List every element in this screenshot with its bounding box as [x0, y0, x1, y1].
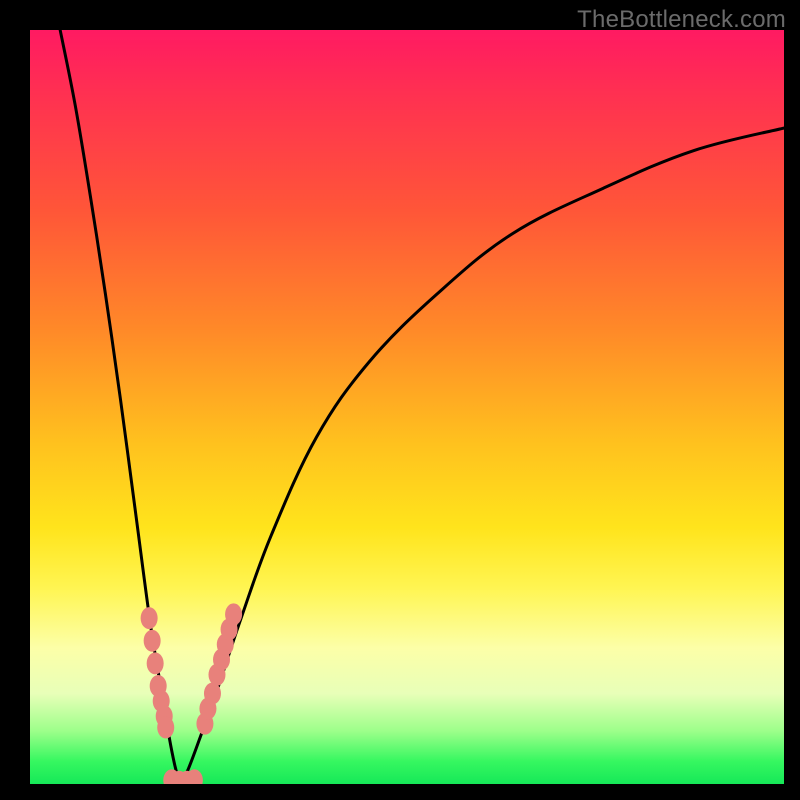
data-marker [147, 652, 164, 674]
curve-path [60, 30, 784, 784]
data-marker [141, 607, 158, 629]
data-marker [157, 716, 174, 738]
bottleneck-curve [30, 30, 784, 784]
plot-area [30, 30, 784, 784]
data-marker [144, 630, 161, 652]
chart-frame: TheBottleneck.com [0, 0, 800, 800]
watermark-text: TheBottleneck.com [577, 6, 786, 34]
data-marker [204, 683, 221, 705]
data-marker [225, 603, 242, 625]
